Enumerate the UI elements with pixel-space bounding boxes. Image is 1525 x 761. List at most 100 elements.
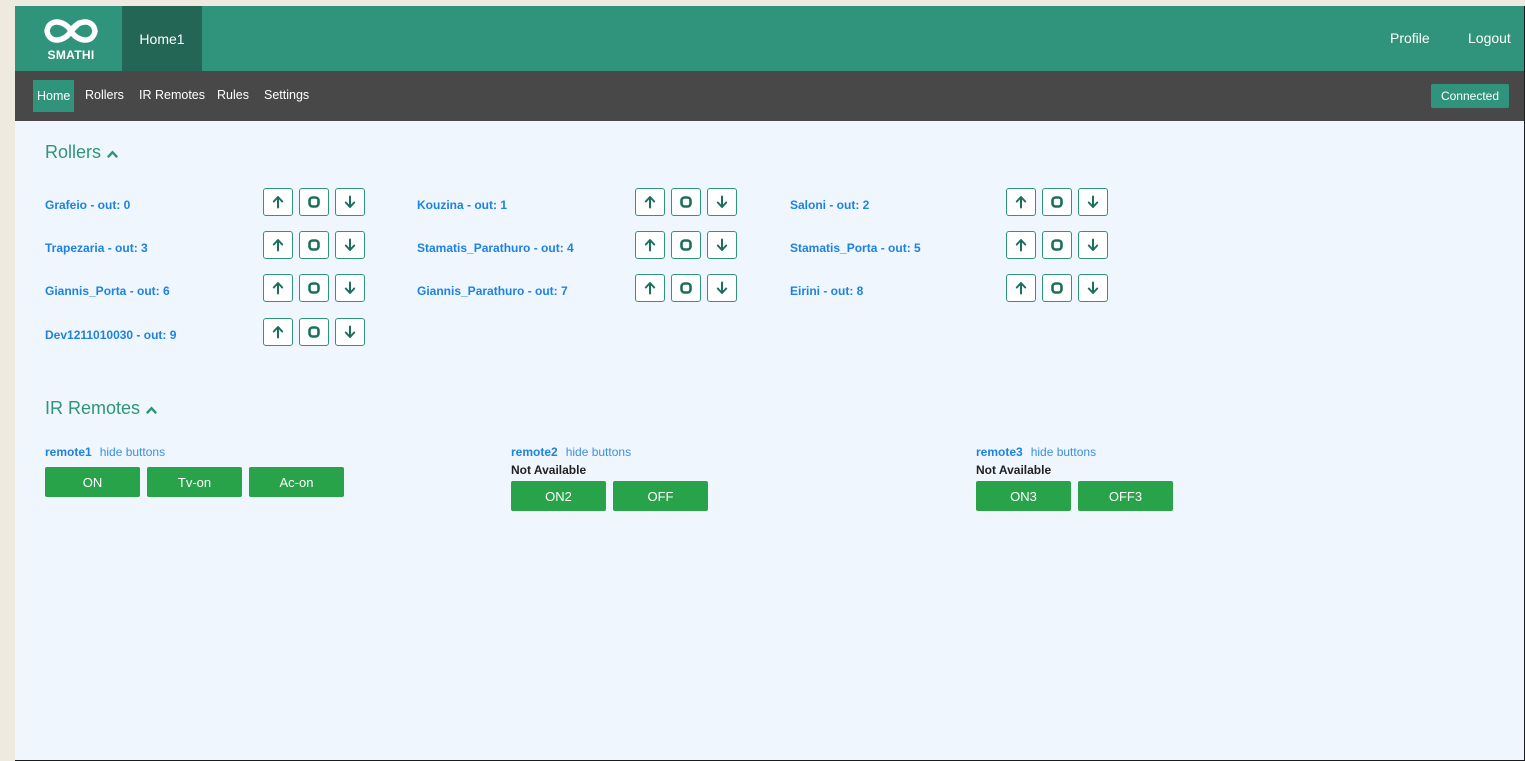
roller-name[interactable]: Dev1211010030 - out: 9 <box>45 328 176 342</box>
nav-ir-remotes[interactable]: IR Remotes <box>139 88 205 102</box>
nav-home[interactable]: Home <box>33 80 75 112</box>
nav-rules[interactable]: Rules <box>217 88 249 102</box>
roller-up-button[interactable] <box>263 274 293 302</box>
remote-button-off3[interactable]: OFF3 <box>1078 481 1173 511</box>
arrow-up-icon <box>644 195 656 209</box>
nav-bar: Home Rollers IR Remotes Rules Settings C… <box>15 71 1524 121</box>
arrow-down-icon <box>344 195 356 209</box>
roller-stop-button[interactable] <box>299 318 329 346</box>
top-bar: SMATHI Home1 Profile Logout <box>15 6 1524 71</box>
remote-name[interactable]: remote2 <box>511 445 558 459</box>
stop-icon <box>679 281 693 295</box>
roller-down-button[interactable] <box>1078 188 1108 216</box>
roller-name[interactable]: Giannis_Porta - out: 6 <box>45 284 170 298</box>
arrow-up-icon <box>272 195 284 209</box>
roller-down-button[interactable] <box>707 274 737 302</box>
arrow-up-icon <box>1015 195 1027 209</box>
arrow-up-icon <box>1015 281 1027 295</box>
roller-stop-button[interactable] <box>1042 231 1072 259</box>
roller-controls <box>263 318 365 346</box>
roller-controls <box>263 188 365 216</box>
arrow-up-icon <box>272 325 284 339</box>
roller-stop-button[interactable] <box>1042 274 1072 302</box>
hide-buttons-link[interactable]: hide buttons <box>1031 445 1096 459</box>
remote-button-on3[interactable]: ON3 <box>976 481 1071 511</box>
roller-up-button[interactable] <box>635 188 665 216</box>
arrow-down-icon <box>716 238 728 252</box>
chevron-up-icon <box>146 405 157 414</box>
remote-status: Not Available <box>511 463 587 477</box>
roller-down-button[interactable] <box>335 274 365 302</box>
roller-name[interactable]: Giannis_Parathuro - out: 7 <box>417 284 568 298</box>
roller-stop-button[interactable] <box>671 188 701 216</box>
home-tab[interactable]: Home1 <box>122 6 202 71</box>
roller-stop-button[interactable] <box>1042 188 1072 216</box>
roller-controls <box>635 188 737 216</box>
arrow-up-icon <box>644 281 656 295</box>
roller-controls <box>1006 274 1108 302</box>
stop-icon <box>307 238 321 252</box>
infinity-logo-icon <box>44 19 98 43</box>
roller-up-button[interactable] <box>1006 274 1036 302</box>
rollers-section-title[interactable]: Rollers <box>45 142 118 163</box>
stop-icon <box>679 238 693 252</box>
profile-link[interactable]: Profile <box>1390 30 1430 46</box>
remote-button-off[interactable]: OFF <box>613 481 708 511</box>
ir-remotes-section-title[interactable]: IR Remotes <box>45 398 157 419</box>
arrow-up-icon <box>272 238 284 252</box>
roller-up-button[interactable] <box>263 318 293 346</box>
app-window: SMATHI Home1 Profile Logout Home Rollers… <box>15 6 1525 761</box>
roller-down-button[interactable] <box>335 318 365 346</box>
roller-name[interactable]: Trapezaria - out: 3 <box>45 241 148 255</box>
hide-buttons-link[interactable]: hide buttons <box>566 445 631 459</box>
chevron-up-icon <box>107 149 118 158</box>
remote-button-tv-on[interactable]: Tv-on <box>147 467 242 497</box>
remote-button-ac-on[interactable]: Ac-on <box>249 467 344 497</box>
roller-name[interactable]: Kouzina - out: 1 <box>417 198 507 212</box>
roller-stop-button[interactable] <box>299 231 329 259</box>
roller-down-button[interactable] <box>335 188 365 216</box>
remote-card-2: remote2 hide buttons Not Available ON2 OF… <box>511 444 708 511</box>
arrow-down-icon <box>1087 195 1099 209</box>
brand-logo[interactable]: SMATHI <box>35 12 107 67</box>
roller-name[interactable]: Eirini - out: 8 <box>790 284 863 298</box>
roller-name[interactable]: Grafeio - out: 0 <box>45 198 130 212</box>
nav-settings[interactable]: Settings <box>264 88 309 102</box>
remote-name[interactable]: remote1 <box>45 445 92 459</box>
roller-stop-button[interactable] <box>671 274 701 302</box>
roller-down-button[interactable] <box>1078 231 1108 259</box>
arrow-down-icon <box>716 281 728 295</box>
stop-icon <box>1050 238 1064 252</box>
remote-card-3: remote3 hide buttons Not Available ON3 OF… <box>976 444 1173 511</box>
roller-up-button[interactable] <box>635 231 665 259</box>
roller-controls <box>1006 231 1108 259</box>
roller-stop-button[interactable] <box>299 188 329 216</box>
roller-up-button[interactable] <box>263 231 293 259</box>
roller-stop-button[interactable] <box>671 231 701 259</box>
roller-up-button[interactable] <box>1006 188 1036 216</box>
rollers-title-text: Rollers <box>45 142 102 162</box>
arrow-up-icon <box>272 281 284 295</box>
roller-name[interactable]: Stamatis_Porta - out: 5 <box>790 241 921 255</box>
logout-link[interactable]: Logout <box>1468 30 1511 46</box>
remote-button-on2[interactable]: ON2 <box>511 481 606 511</box>
arrow-up-icon <box>644 238 656 252</box>
hide-buttons-link[interactable]: hide buttons <box>100 445 165 459</box>
remote-name[interactable]: remote3 <box>976 445 1023 459</box>
roller-up-button[interactable] <box>263 188 293 216</box>
roller-name[interactable]: Stamatis_Parathuro - out: 4 <box>417 241 574 255</box>
roller-down-button[interactable] <box>335 231 365 259</box>
remote-button-on[interactable]: ON <box>45 467 140 497</box>
remote-status: Not Available <box>976 463 1052 477</box>
roller-down-button[interactable] <box>707 231 737 259</box>
roller-up-button[interactable] <box>635 274 665 302</box>
nav-rollers[interactable]: Rollers <box>85 88 124 102</box>
roller-stop-button[interactable] <box>299 274 329 302</box>
roller-down-button[interactable] <box>1078 274 1108 302</box>
roller-up-button[interactable] <box>1006 231 1036 259</box>
remote-card-1: remote1 hide buttons ON Tv-on Ac-on <box>45 444 344 497</box>
stop-icon <box>307 325 321 339</box>
roller-name[interactable]: Saloni - out: 2 <box>790 198 869 212</box>
roller-controls <box>263 274 365 302</box>
roller-down-button[interactable] <box>707 188 737 216</box>
